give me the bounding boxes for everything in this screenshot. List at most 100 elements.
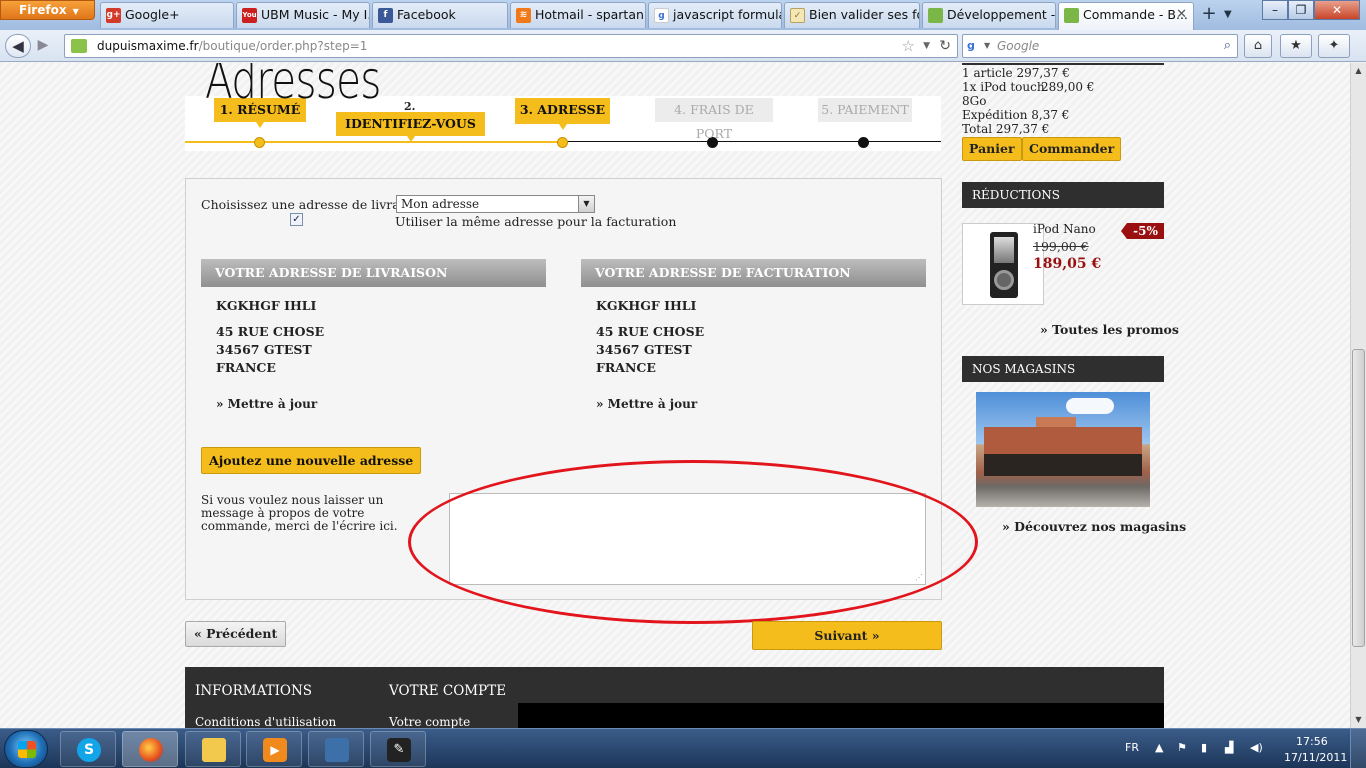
footer-account-title: VOTRE COMPTE — [389, 683, 507, 699]
discover-stores-link[interactable]: » Découvrez nos magasins — [1002, 519, 1186, 534]
power-icon[interactable]: ▮ — [1201, 741, 1207, 754]
monitor-icon — [325, 738, 349, 762]
google-icon: g — [654, 8, 669, 23]
start-button[interactable] — [4, 730, 48, 768]
tab-list-chevron-icon[interactable]: ▼ — [1224, 4, 1238, 26]
tab-bien-valider[interactable]: ✓ Bien valider ses for... — [784, 2, 920, 28]
ipod-nano-image[interactable] — [962, 223, 1044, 305]
delivery-name: KGKHGF IHLI — [216, 298, 317, 313]
taskbar-skype[interactable]: S — [60, 731, 116, 767]
bookmarks-icon[interactable]: ★ — [1280, 34, 1312, 58]
cart-shipping: Expédition 8,37 € — [962, 108, 1070, 122]
billing-name: KGKHGF IHLI — [596, 298, 697, 313]
tab-hotmail[interactable]: ≋ Hotmail - spartan.f... — [510, 2, 646, 28]
firefox-menu-button[interactable]: Firefox ▼ — [0, 0, 95, 20]
volume-icon[interactable]: ◀) — [1250, 741, 1263, 754]
search-icon[interactable]: ⌕ — [1224, 35, 1231, 57]
action-center-flag-icon[interactable]: ⚑ — [1177, 741, 1187, 754]
ipod-icon — [990, 232, 1018, 298]
cart-item-name: 1x iPod touch — [962, 80, 1045, 94]
step-address[interactable]: 3. ADRESSE — [515, 98, 610, 130]
address-select[interactable]: Mon adresse ▼ — [396, 195, 595, 213]
delivery-city: 34567 GTEST — [216, 342, 312, 357]
reload-icon[interactable]: ↻ — [939, 35, 951, 57]
site-icon — [928, 8, 943, 23]
browser-tab-bar: Firefox ▼ g+ Google+ You UBM Music - My I..… — [0, 0, 1366, 30]
new-tab-button[interactable]: + — [1197, 4, 1221, 26]
billing-country: FRANCE — [596, 360, 656, 375]
store-photo[interactable] — [976, 392, 1150, 507]
page-viewport: 1 article 297,37 € 1x iPod touch 289,00 €… — [0, 63, 1350, 728]
account-link[interactable]: Votre compte — [389, 715, 470, 728]
clock-time[interactable]: 17:56 — [1296, 735, 1328, 748]
media-player-icon: ▶ — [263, 738, 287, 762]
search-engine-dropdown-icon[interactable]: ▼ — [984, 35, 990, 57]
skype-icon: S — [77, 738, 101, 762]
taskbar-virtualbox[interactable] — [308, 731, 364, 767]
scroll-down-icon[interactable]: ▼ — [1351, 712, 1366, 728]
promo-product-name[interactable]: iPod Nano — [1033, 222, 1096, 236]
taskbar-firefox[interactable] — [122, 731, 178, 767]
restore-icon[interactable]: ❐ — [1288, 0, 1314, 20]
chevron-down-icon: ▼ — [578, 196, 594, 212]
back-arrow-icon[interactable]: ◀ — [5, 34, 31, 58]
tab-label: Commande - B... — [1083, 7, 1188, 22]
url-bar[interactable]: dupuismaxime.fr/boutique/order.php?step=… — [64, 34, 958, 58]
scroll-up-icon[interactable]: ▲ — [1351, 63, 1366, 79]
progress-line-todo — [563, 141, 941, 142]
footer-dark-band — [518, 703, 1164, 728]
tab-developpement[interactable]: Développement - ... — [922, 2, 1056, 28]
minimize-icon[interactable]: – — [1262, 0, 1288, 20]
language-indicator[interactable]: FR — [1125, 741, 1139, 754]
scrollbar-thumb[interactable] — [1352, 349, 1365, 647]
close-tab-icon[interactable]: ✕ — [1176, 3, 1187, 27]
tab-facebook[interactable]: f Facebook — [372, 2, 508, 28]
previous-button[interactable]: « Précédent — [185, 621, 287, 647]
tab-commande[interactable]: Commande - B... ✕ — [1058, 2, 1194, 30]
tray-expand-icon[interactable]: ▲ — [1155, 741, 1163, 754]
tab-google-plus[interactable]: g+ Google+ — [100, 2, 234, 28]
clock-date[interactable]: 17/11/2011 — [1284, 751, 1347, 764]
page-title: Adresses — [205, 63, 381, 111]
tab-ubm-music[interactable]: You UBM Music - My I... — [236, 2, 370, 28]
step-label: 4. FRAIS DE PORT — [674, 102, 754, 141]
cart-item-variant: 8Go — [962, 94, 987, 108]
add-address-button[interactable]: Ajoutez une nouvelle adresse — [201, 447, 422, 474]
taskbar-explorer[interactable] — [185, 731, 241, 767]
show-desktop-button[interactable] — [1350, 729, 1366, 768]
taskbar-media-player[interactable]: ▶ — [246, 731, 302, 767]
bookmark-star-icon[interactable]: ☆ — [902, 35, 915, 57]
tab-label: Facebook — [397, 7, 456, 22]
tab-javascript-formulaire[interactable]: g javascript formulai... — [648, 2, 782, 28]
reductions-header: RÉDUCTIONS — [962, 182, 1164, 208]
forward-arrow-icon[interactable]: ▶ — [32, 34, 54, 58]
terms-link[interactable]: Conditions d'utilisation — [195, 715, 336, 728]
update-billing-link[interactable]: » Mettre à jour — [596, 397, 697, 411]
next-button[interactable]: Suivant » — [752, 621, 942, 650]
home-icon[interactable]: ⌂ — [1244, 34, 1272, 58]
cart-count: 1 article 297,37 € — [962, 66, 1070, 80]
update-delivery-link[interactable]: » Mettre à jour — [216, 397, 317, 411]
addon-icon[interactable]: ✦ — [1318, 34, 1350, 58]
site-identity-icon[interactable] — [71, 39, 87, 53]
taskbar-inkscape[interactable]: ✎ — [370, 731, 426, 767]
network-signal-icon[interactable]: ▟ — [1225, 741, 1233, 754]
cart-item-price: 289,00 € — [1041, 80, 1095, 94]
google-icon[interactable]: g — [967, 39, 981, 53]
sitepoint-icon: ✓ — [790, 8, 805, 23]
billing-address: KGKHGF IHLI 45 RUE CHOSE 34567 GTEST FRA… — [596, 297, 704, 377]
cart-button[interactable]: Panier — [962, 137, 1022, 161]
all-promos-link[interactable]: » Toutes les promos — [1040, 322, 1179, 337]
step-identify[interactable]: IDENTIFIEZ-VOUS — [336, 112, 485, 142]
same-address-checkbox[interactable]: ✓ — [290, 213, 303, 226]
search-input[interactable]: g ▼ Google ⌕ — [962, 34, 1238, 58]
step-label: 3. ADRESSE — [519, 102, 606, 117]
youtube-icon: You — [242, 8, 257, 23]
order-button[interactable]: Commander — [1022, 137, 1122, 161]
vertical-scrollbar[interactable]: ▲ ▼ — [1350, 63, 1366, 728]
history-dropdown-icon[interactable]: ▼ — [923, 35, 930, 57]
close-window-icon[interactable]: ✕ — [1314, 0, 1360, 20]
cart-block-top — [962, 63, 1164, 65]
site-icon — [1064, 8, 1079, 23]
tab-label: javascript formulai... — [673, 7, 781, 22]
